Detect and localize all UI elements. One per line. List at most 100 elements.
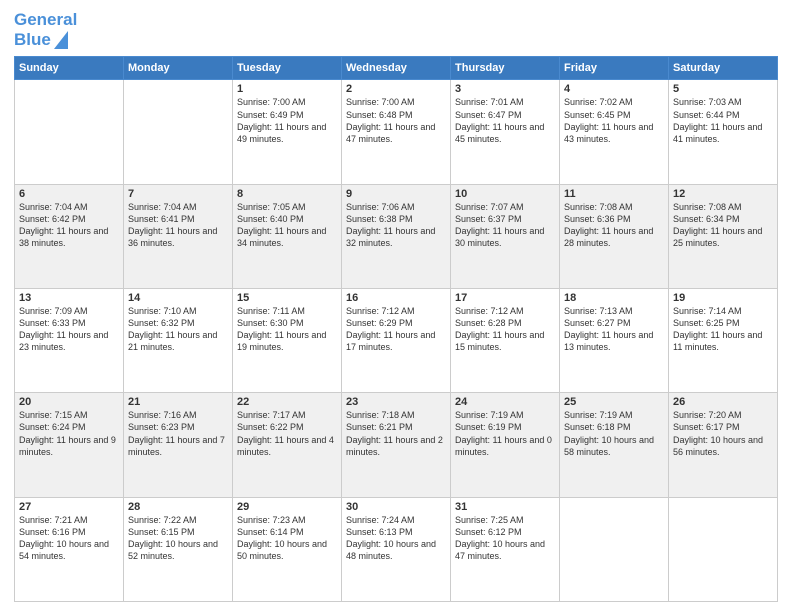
- day-number: 15: [237, 292, 337, 304]
- day-number: 27: [19, 501, 119, 513]
- day-info: Sunrise: 7:08 AM Sunset: 6:34 PM Dayligh…: [673, 201, 773, 250]
- day-number: 14: [128, 292, 228, 304]
- day-info: Sunrise: 7:00 AM Sunset: 6:48 PM Dayligh…: [346, 96, 446, 145]
- calendar-cell: 16Sunrise: 7:12 AM Sunset: 6:29 PM Dayli…: [342, 289, 451, 393]
- calendar-cell: 3Sunrise: 7:01 AM Sunset: 6:47 PM Daylig…: [451, 80, 560, 184]
- calendar-cell: 14Sunrise: 7:10 AM Sunset: 6:32 PM Dayli…: [124, 289, 233, 393]
- calendar-cell: [124, 80, 233, 184]
- day-info: Sunrise: 7:05 AM Sunset: 6:40 PM Dayligh…: [237, 201, 337, 250]
- day-number: 25: [564, 396, 664, 408]
- calendar-cell: [15, 80, 124, 184]
- day-info: Sunrise: 7:04 AM Sunset: 6:42 PM Dayligh…: [19, 201, 119, 250]
- day-number: 18: [564, 292, 664, 304]
- day-info: Sunrise: 7:21 AM Sunset: 6:16 PM Dayligh…: [19, 514, 119, 563]
- day-info: Sunrise: 7:14 AM Sunset: 6:25 PM Dayligh…: [673, 305, 773, 354]
- calendar-cell: 25Sunrise: 7:19 AM Sunset: 6:18 PM Dayli…: [560, 393, 669, 497]
- logo: General Blue: [14, 10, 77, 50]
- day-info: Sunrise: 7:12 AM Sunset: 6:28 PM Dayligh…: [455, 305, 555, 354]
- calendar-cell: 26Sunrise: 7:20 AM Sunset: 6:17 PM Dayli…: [669, 393, 778, 497]
- day-number: 17: [455, 292, 555, 304]
- calendar-cell: 27Sunrise: 7:21 AM Sunset: 6:16 PM Dayli…: [15, 497, 124, 601]
- calendar-cell: 19Sunrise: 7:14 AM Sunset: 6:25 PM Dayli…: [669, 289, 778, 393]
- logo-general: General: [14, 10, 77, 29]
- calendar-day-header: Saturday: [669, 57, 778, 80]
- logo-triangle-icon: [54, 31, 68, 49]
- day-number: 11: [564, 188, 664, 200]
- calendar-cell: 1Sunrise: 7:00 AM Sunset: 6:49 PM Daylig…: [233, 80, 342, 184]
- day-number: 21: [128, 396, 228, 408]
- day-number: 16: [346, 292, 446, 304]
- calendar-cell: 4Sunrise: 7:02 AM Sunset: 6:45 PM Daylig…: [560, 80, 669, 184]
- day-info: Sunrise: 7:15 AM Sunset: 6:24 PM Dayligh…: [19, 409, 119, 458]
- calendar-cell: 18Sunrise: 7:13 AM Sunset: 6:27 PM Dayli…: [560, 289, 669, 393]
- calendar-cell: 28Sunrise: 7:22 AM Sunset: 6:15 PM Dayli…: [124, 497, 233, 601]
- calendar-cell: 31Sunrise: 7:25 AM Sunset: 6:12 PM Dayli…: [451, 497, 560, 601]
- calendar-cell: 11Sunrise: 7:08 AM Sunset: 6:36 PM Dayli…: [560, 184, 669, 288]
- day-number: 9: [346, 188, 446, 200]
- calendar-day-header: Sunday: [15, 57, 124, 80]
- calendar-cell: 24Sunrise: 7:19 AM Sunset: 6:19 PM Dayli…: [451, 393, 560, 497]
- day-number: 2: [346, 83, 446, 95]
- calendar-cell: 10Sunrise: 7:07 AM Sunset: 6:37 PM Dayli…: [451, 184, 560, 288]
- day-info: Sunrise: 7:02 AM Sunset: 6:45 PM Dayligh…: [564, 96, 664, 145]
- day-info: Sunrise: 7:10 AM Sunset: 6:32 PM Dayligh…: [128, 305, 228, 354]
- calendar-row: 6Sunrise: 7:04 AM Sunset: 6:42 PM Daylig…: [15, 184, 778, 288]
- day-info: Sunrise: 7:22 AM Sunset: 6:15 PM Dayligh…: [128, 514, 228, 563]
- day-info: Sunrise: 7:07 AM Sunset: 6:37 PM Dayligh…: [455, 201, 555, 250]
- calendar-cell: 17Sunrise: 7:12 AM Sunset: 6:28 PM Dayli…: [451, 289, 560, 393]
- day-number: 31: [455, 501, 555, 513]
- calendar-cell: 2Sunrise: 7:00 AM Sunset: 6:48 PM Daylig…: [342, 80, 451, 184]
- calendar-cell: 6Sunrise: 7:04 AM Sunset: 6:42 PM Daylig…: [15, 184, 124, 288]
- day-info: Sunrise: 7:09 AM Sunset: 6:33 PM Dayligh…: [19, 305, 119, 354]
- day-info: Sunrise: 7:01 AM Sunset: 6:47 PM Dayligh…: [455, 96, 555, 145]
- day-number: 30: [346, 501, 446, 513]
- calendar-cell: 20Sunrise: 7:15 AM Sunset: 6:24 PM Dayli…: [15, 393, 124, 497]
- day-info: Sunrise: 7:19 AM Sunset: 6:19 PM Dayligh…: [455, 409, 555, 458]
- day-info: Sunrise: 7:03 AM Sunset: 6:44 PM Dayligh…: [673, 96, 773, 145]
- calendar-cell: 8Sunrise: 7:05 AM Sunset: 6:40 PM Daylig…: [233, 184, 342, 288]
- day-info: Sunrise: 7:24 AM Sunset: 6:13 PM Dayligh…: [346, 514, 446, 563]
- day-info: Sunrise: 7:11 AM Sunset: 6:30 PM Dayligh…: [237, 305, 337, 354]
- calendar-cell: 12Sunrise: 7:08 AM Sunset: 6:34 PM Dayli…: [669, 184, 778, 288]
- calendar-day-header: Tuesday: [233, 57, 342, 80]
- day-number: 4: [564, 83, 664, 95]
- day-info: Sunrise: 7:18 AM Sunset: 6:21 PM Dayligh…: [346, 409, 446, 458]
- calendar-row: 1Sunrise: 7:00 AM Sunset: 6:49 PM Daylig…: [15, 80, 778, 184]
- calendar-day-header: Thursday: [451, 57, 560, 80]
- day-number: 6: [19, 188, 119, 200]
- calendar-cell: 13Sunrise: 7:09 AM Sunset: 6:33 PM Dayli…: [15, 289, 124, 393]
- day-number: 8: [237, 188, 337, 200]
- calendar-cell: 7Sunrise: 7:04 AM Sunset: 6:41 PM Daylig…: [124, 184, 233, 288]
- day-number: 20: [19, 396, 119, 408]
- calendar-day-header: Friday: [560, 57, 669, 80]
- calendar-cell: 22Sunrise: 7:17 AM Sunset: 6:22 PM Dayli…: [233, 393, 342, 497]
- day-info: Sunrise: 7:20 AM Sunset: 6:17 PM Dayligh…: [673, 409, 773, 458]
- calendar-day-header: Wednesday: [342, 57, 451, 80]
- calendar-cell: 21Sunrise: 7:16 AM Sunset: 6:23 PM Dayli…: [124, 393, 233, 497]
- logo-text: General Blue: [14, 10, 77, 50]
- calendar-row: 27Sunrise: 7:21 AM Sunset: 6:16 PM Dayli…: [15, 497, 778, 601]
- calendar-cell: 23Sunrise: 7:18 AM Sunset: 6:21 PM Dayli…: [342, 393, 451, 497]
- day-number: 24: [455, 396, 555, 408]
- day-number: 19: [673, 292, 773, 304]
- day-info: Sunrise: 7:17 AM Sunset: 6:22 PM Dayligh…: [237, 409, 337, 458]
- day-number: 10: [455, 188, 555, 200]
- day-info: Sunrise: 7:06 AM Sunset: 6:38 PM Dayligh…: [346, 201, 446, 250]
- day-info: Sunrise: 7:19 AM Sunset: 6:18 PM Dayligh…: [564, 409, 664, 458]
- page: General Blue SundayMondayTuesdayWednesda…: [0, 0, 792, 612]
- day-number: 23: [346, 396, 446, 408]
- calendar-cell: [560, 497, 669, 601]
- calendar-row: 20Sunrise: 7:15 AM Sunset: 6:24 PM Dayli…: [15, 393, 778, 497]
- calendar-cell: [669, 497, 778, 601]
- day-number: 29: [237, 501, 337, 513]
- day-info: Sunrise: 7:13 AM Sunset: 6:27 PM Dayligh…: [564, 305, 664, 354]
- day-info: Sunrise: 7:12 AM Sunset: 6:29 PM Dayligh…: [346, 305, 446, 354]
- calendar-table: SundayMondayTuesdayWednesdayThursdayFrid…: [14, 56, 778, 602]
- calendar-cell: 15Sunrise: 7:11 AM Sunset: 6:30 PM Dayli…: [233, 289, 342, 393]
- calendar-cell: 29Sunrise: 7:23 AM Sunset: 6:14 PM Dayli…: [233, 497, 342, 601]
- header: General Blue: [14, 10, 778, 50]
- day-info: Sunrise: 7:08 AM Sunset: 6:36 PM Dayligh…: [564, 201, 664, 250]
- day-number: 1: [237, 83, 337, 95]
- day-number: 22: [237, 396, 337, 408]
- calendar-cell: 9Sunrise: 7:06 AM Sunset: 6:38 PM Daylig…: [342, 184, 451, 288]
